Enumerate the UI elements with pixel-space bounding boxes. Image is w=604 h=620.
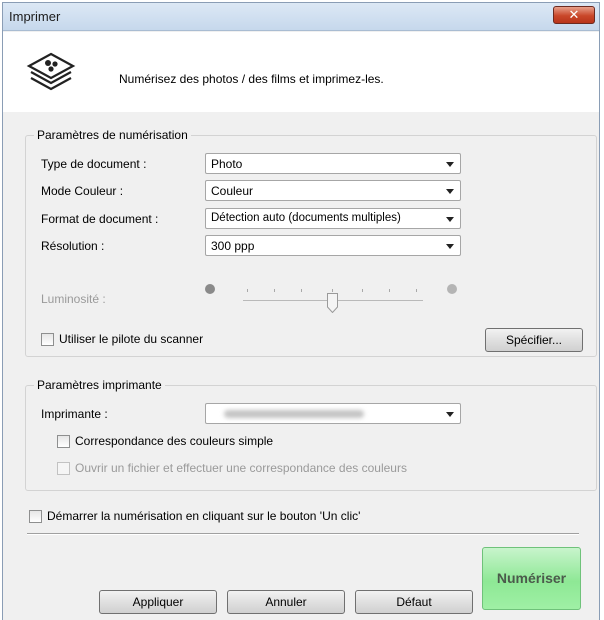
- resolution-label: Résolution :: [41, 239, 105, 253]
- color-mode-label: Mode Couleur :: [41, 184, 124, 198]
- brightness-min-icon: [205, 284, 215, 294]
- cancel-button[interactable]: Annuler: [227, 590, 345, 614]
- slider-tick: [389, 289, 390, 292]
- scan-button[interactable]: Numériser: [482, 547, 581, 610]
- close-button[interactable]: ✕: [553, 6, 595, 24]
- simple-color-checkbox[interactable]: Correspondance des couleurs simple: [57, 434, 273, 448]
- chevron-down-icon: [446, 162, 454, 167]
- slider-tick: [301, 289, 302, 292]
- slider-tick: [274, 289, 275, 292]
- scanner-driver-label: Utiliser le pilote du scanner: [59, 332, 204, 346]
- printer-settings-title: Paramètres imprimante: [34, 378, 165, 392]
- doc-format-value: Détection auto (documents multiples): [211, 212, 401, 224]
- doc-format-label: Format de document :: [41, 212, 159, 226]
- title-bar: Imprimer ✕: [3, 3, 599, 31]
- chevron-down-icon: [446, 412, 454, 417]
- checkbox-box[interactable]: [29, 509, 42, 523]
- chevron-down-icon: [446, 244, 454, 249]
- doc-type-label: Type de document :: [41, 157, 147, 171]
- one-click-label: Démarrer la numérisation en cliquant sur…: [47, 509, 361, 523]
- checkbox-box[interactable]: [57, 461, 70, 475]
- printer-name-redacted: [224, 410, 364, 418]
- checkbox-box[interactable]: [57, 434, 70, 448]
- color-mode-select[interactable]: Couleur: [205, 180, 461, 201]
- open-file-checkbox[interactable]: Ouvrir un fichier et effectuer une corre…: [57, 461, 407, 475]
- print-dialog: Imprimer ✕ Numérisez des photos / des fi…: [2, 2, 600, 620]
- scan-photo-icon: [26, 52, 76, 91]
- dialog-header: Numérisez des photos / des films et impr…: [3, 32, 599, 112]
- printer-select[interactable]: [205, 403, 461, 424]
- apply-button[interactable]: Appliquer: [99, 590, 217, 614]
- scanner-driver-checkbox[interactable]: Utiliser le pilote du scanner: [41, 332, 203, 346]
- doc-type-value: Photo: [211, 157, 243, 171]
- doc-type-select[interactable]: Photo: [205, 153, 461, 174]
- simple-color-label: Correspondance des couleurs simple: [75, 434, 274, 448]
- resolution-value: 300 ppp: [211, 239, 255, 253]
- specify-button[interactable]: Spécifier...: [485, 328, 583, 352]
- default-button[interactable]: Défaut: [355, 590, 473, 614]
- header-description: Numérisez des photos / des films et impr…: [119, 72, 384, 86]
- brightness-max-icon: [447, 284, 457, 294]
- window-title: Imprimer: [9, 9, 61, 24]
- separator: [27, 533, 579, 535]
- slider-tick: [362, 289, 363, 292]
- one-click-checkbox[interactable]: Démarrer la numérisation en cliquant sur…: [29, 509, 360, 523]
- slider-tick: [416, 289, 417, 292]
- slider-tick: [332, 289, 333, 292]
- scan-settings-title: Paramètres de numérisation: [34, 128, 191, 142]
- checkbox-box[interactable]: [41, 332, 54, 346]
- printer-label: Imprimante :: [41, 407, 108, 421]
- doc-format-select[interactable]: Détection auto (documents multiples): [205, 208, 461, 229]
- open-file-label: Ouvrir un fichier et effectuer une corre…: [75, 461, 407, 475]
- slider-tick: [247, 289, 248, 292]
- brightness-label: Luminosité :: [41, 292, 106, 306]
- chevron-down-icon: [446, 189, 454, 194]
- chevron-down-icon: [446, 217, 454, 222]
- color-mode-value: Couleur: [211, 184, 254, 198]
- brightness-slider-thumb[interactable]: [327, 293, 338, 313]
- resolution-select[interactable]: 300 ppp: [205, 235, 461, 256]
